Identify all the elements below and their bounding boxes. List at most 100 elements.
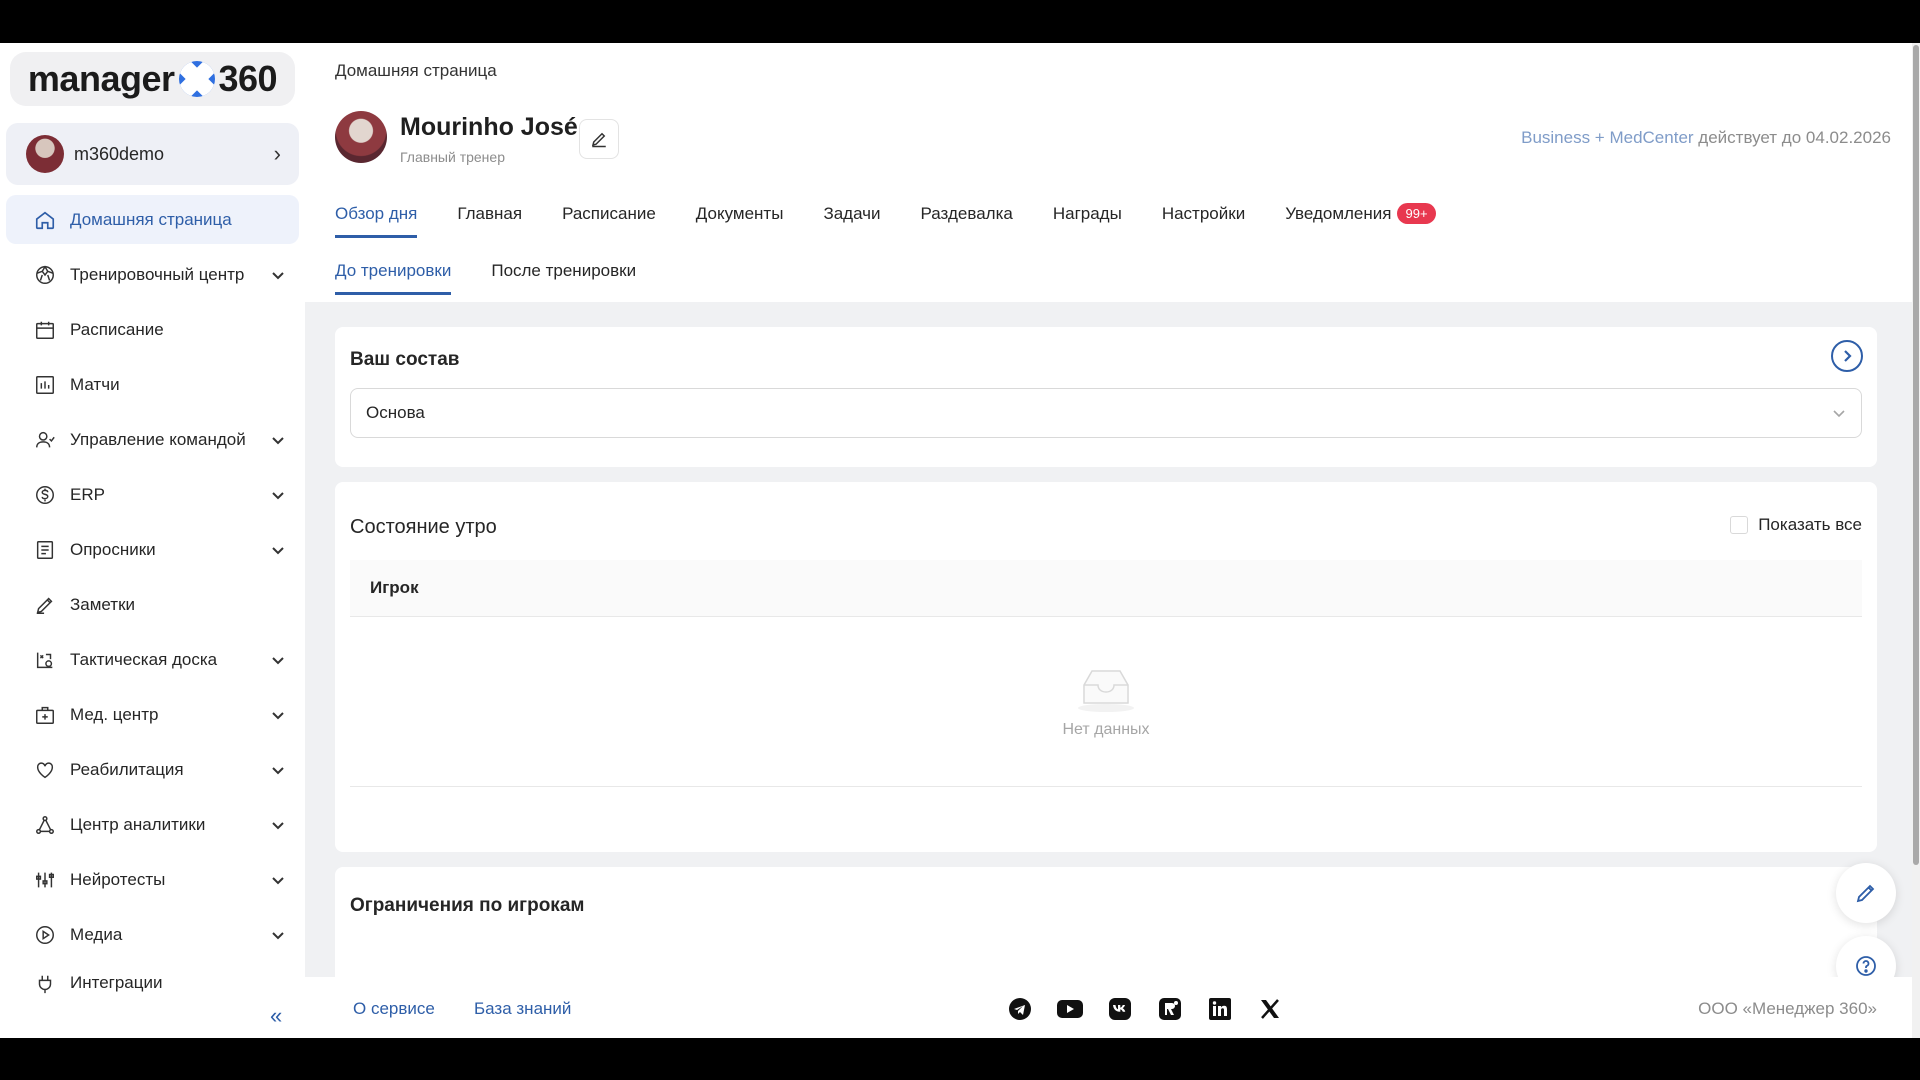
sidebar-item-label: Центр аналитики — [70, 814, 206, 834]
about-link[interactable]: О сервисе — [353, 999, 435, 1019]
sidebar-item-label: Управление командой — [70, 429, 246, 449]
sidebar-item-notes[interactable]: Заметки — [6, 580, 299, 629]
chevron-down-icon — [1833, 410, 1845, 418]
pencil-icon — [591, 132, 606, 148]
tab-schedule[interactable]: Расписание — [562, 203, 656, 238]
sidebar-item-label: Нейротесты — [70, 869, 166, 889]
vk-icon[interactable] — [1107, 996, 1133, 1022]
notes-fab-button[interactable] — [1836, 863, 1896, 923]
sidebar-item-erp[interactable]: ERP — [6, 470, 299, 519]
empty-state: Нет данных — [350, 617, 1862, 787]
clipboard-icon — [34, 539, 56, 561]
main-content: Домашняя страница Mourinho José Главный … — [305, 43, 1920, 1038]
chevron-down-icon — [271, 653, 285, 667]
squad-select[interactable]: Основа — [350, 388, 1862, 438]
chevron-down-icon — [271, 433, 285, 447]
dollar-icon — [34, 484, 56, 506]
play-icon — [34, 924, 56, 946]
tab-settings[interactable]: Настройки — [1162, 203, 1245, 238]
rutube-icon[interactable] — [1157, 996, 1183, 1022]
collapse-sidebar-button[interactable]: « — [270, 1003, 282, 1029]
youtube-icon[interactable] — [1057, 996, 1083, 1022]
sidebar-item-label: Интеграции — [70, 973, 163, 992]
sidebar-item-home[interactable]: Домашняя страница — [6, 195, 299, 244]
sidebar-item-tactics-board[interactable]: Тактическая доска — [6, 635, 299, 684]
sidebar-item-label: Медиа — [70, 924, 123, 944]
chevron-right-icon: › — [273, 141, 281, 166]
tab-awards[interactable]: Награды — [1053, 203, 1122, 238]
open-squad-button[interactable] — [1831, 340, 1863, 372]
tab-label: Задачи — [823, 203, 881, 223]
scrollbar[interactable] — [1912, 43, 1920, 1038]
pen-icon — [34, 594, 56, 616]
sidebar-item-training-center[interactable]: Тренировочный центр — [6, 250, 299, 299]
subtab-after-training[interactable]: После тренировки — [491, 261, 636, 295]
tab-documents[interactable]: Документы — [696, 203, 784, 238]
player-restrictions-card: Ограничения по игрокам — [335, 867, 1877, 977]
show-all-toggle[interactable]: Показать все — [1730, 515, 1862, 535]
sidebar-item-matches[interactable]: Матчи — [6, 360, 299, 409]
sidebar-item-label: Реабилитация — [70, 759, 184, 779]
card-title: Ограничения по игрокам — [350, 895, 585, 916]
logo[interactable]: manager 360 — [10, 52, 295, 106]
sidebar-item-label: Тактическая доска — [70, 649, 218, 669]
sidebar-item-analytics-center[interactable]: Центр аналитики — [6, 800, 299, 849]
copyright: ООО «Менеджер 360» — [1698, 999, 1877, 1018]
analytics-icon — [34, 814, 56, 836]
chevron-right-icon — [1844, 350, 1852, 362]
sidebar-item-media[interactable]: Медиа — [6, 910, 299, 959]
notification-count-badge: 99+ — [1397, 203, 1436, 224]
logo-text-left: manager — [27, 58, 175, 99]
chevron-down-icon — [271, 818, 285, 832]
chevron-down-icon — [271, 873, 285, 887]
tab-tasks[interactable]: Задачи — [823, 203, 880, 238]
tab-label: Документы — [695, 203, 784, 223]
empty-inbox-icon — [1078, 669, 1134, 712]
sidebar-item-rehabilitation[interactable]: Реабилитация — [6, 745, 299, 794]
sidebar-item-schedule[interactable]: Расписание — [6, 305, 299, 354]
pen-icon — [1856, 884, 1875, 903]
table-header: Игрок — [350, 560, 1862, 617]
sidebar-item-surveys[interactable]: Опросники — [6, 525, 299, 574]
telegram-icon[interactable] — [1007, 996, 1033, 1022]
scroll-thumb[interactable] — [1913, 45, 1919, 865]
user-name: m360demo — [74, 143, 165, 164]
tab-day-overview[interactable]: Обзор дня — [335, 203, 418, 238]
tab-main[interactable]: Главная — [457, 203, 522, 238]
edit-profile-button[interactable] — [579, 119, 619, 159]
footer: О сервисе База знаний ООО «Менеджер 360» — [305, 977, 1920, 1038]
x-icon[interactable] — [1257, 996, 1283, 1022]
card-title: Состояние утро — [350, 516, 497, 538]
chevron-down-icon — [271, 928, 285, 942]
tab-label: Раздевалка — [920, 203, 1013, 223]
sidebar-item-integrations[interactable]: Интеграции — [6, 965, 299, 995]
tab-locker-room[interactable]: Раздевалка — [921, 203, 1013, 238]
tab-notifications[interactable]: Уведомления 99+ — [1285, 203, 1436, 238]
profile-role: Главный тренер — [400, 149, 505, 165]
breadcrumb: Домашняя страница — [335, 61, 497, 80]
column-header-player[interactable]: Игрок — [370, 578, 419, 598]
tab-label: Расписание — [562, 203, 656, 223]
user-switcher[interactable]: m360demo › — [6, 123, 299, 185]
empty-text: Нет данных — [1062, 720, 1150, 738]
show-all-checkbox[interactable] — [1730, 516, 1749, 534]
select-value: Основа — [366, 403, 425, 422]
license-plan[interactable]: Business + MedCenter — [1521, 128, 1693, 147]
chevron-down-icon — [271, 708, 285, 722]
sidebar-item-neurotests[interactable]: Нейротесты — [6, 855, 299, 904]
sidebar-item-med-center[interactable]: Мед. центр — [6, 690, 299, 739]
linkedin-icon[interactable] — [1207, 996, 1233, 1022]
knowledge-base-link[interactable]: База знаний — [474, 999, 571, 1019]
sidebar-item-label: Опросники — [70, 539, 156, 559]
sidebar-item-label: Расписание — [70, 319, 164, 339]
subtab-before-training[interactable]: До тренировки — [335, 261, 452, 295]
sidebar-item-label: Тренировочный центр — [70, 264, 245, 284]
sidebar-item-label: ERP — [70, 484, 105, 504]
logo-text-right: 360 — [218, 58, 278, 99]
sidebar-item-team-management[interactable]: Управление командой — [6, 415, 299, 464]
chevron-down-icon — [271, 488, 285, 502]
card-title: Ваш состав — [350, 349, 460, 370]
chevron-down-icon — [271, 543, 285, 557]
profile-avatar[interactable] — [335, 111, 387, 163]
tab-label: Обзор дня — [335, 203, 418, 223]
